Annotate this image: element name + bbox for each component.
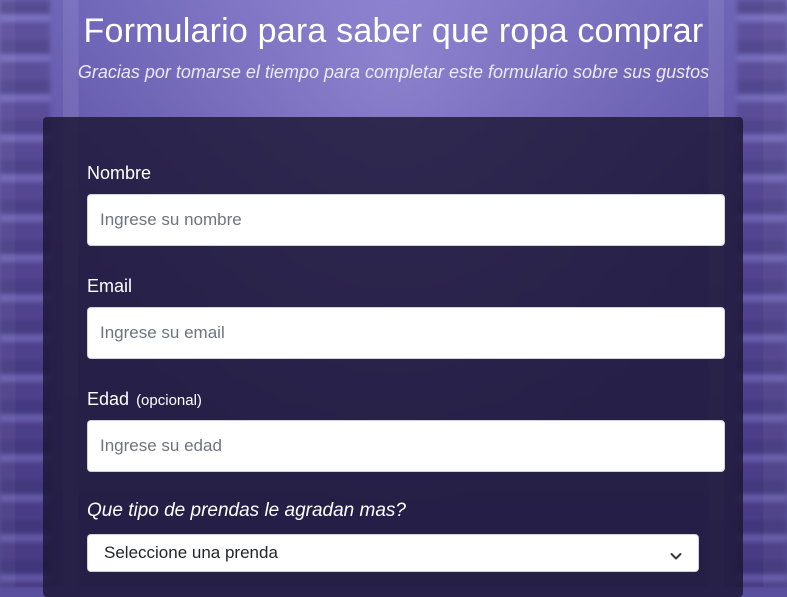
name-input[interactable]	[87, 194, 725, 246]
email-input[interactable]	[87, 307, 725, 359]
optional-hint: (opcional)	[136, 392, 202, 409]
page-subtitle: Gracias por tomarse el tiempo para compl…	[77, 62, 710, 82]
page-title: Formulario para saber que ropa comprar	[83, 12, 704, 50]
chevron-down-icon	[670, 547, 682, 560]
garment-type-question: Que tipo de prendas le agradan mas?	[87, 500, 406, 521]
background-clothes-rack-right	[737, 0, 787, 587]
age-label: Edad (opcional)	[87, 389, 202, 410]
age-label-text: Edad	[87, 389, 130, 409]
email-label: Email	[87, 276, 133, 296]
age-input[interactable]	[87, 420, 725, 472]
name-label: Nombre	[87, 163, 152, 183]
garment-type-selected-value: Seleccione una prenda	[104, 543, 278, 562]
garment-type-select[interactable]: Seleccione una prenda	[87, 534, 699, 572]
